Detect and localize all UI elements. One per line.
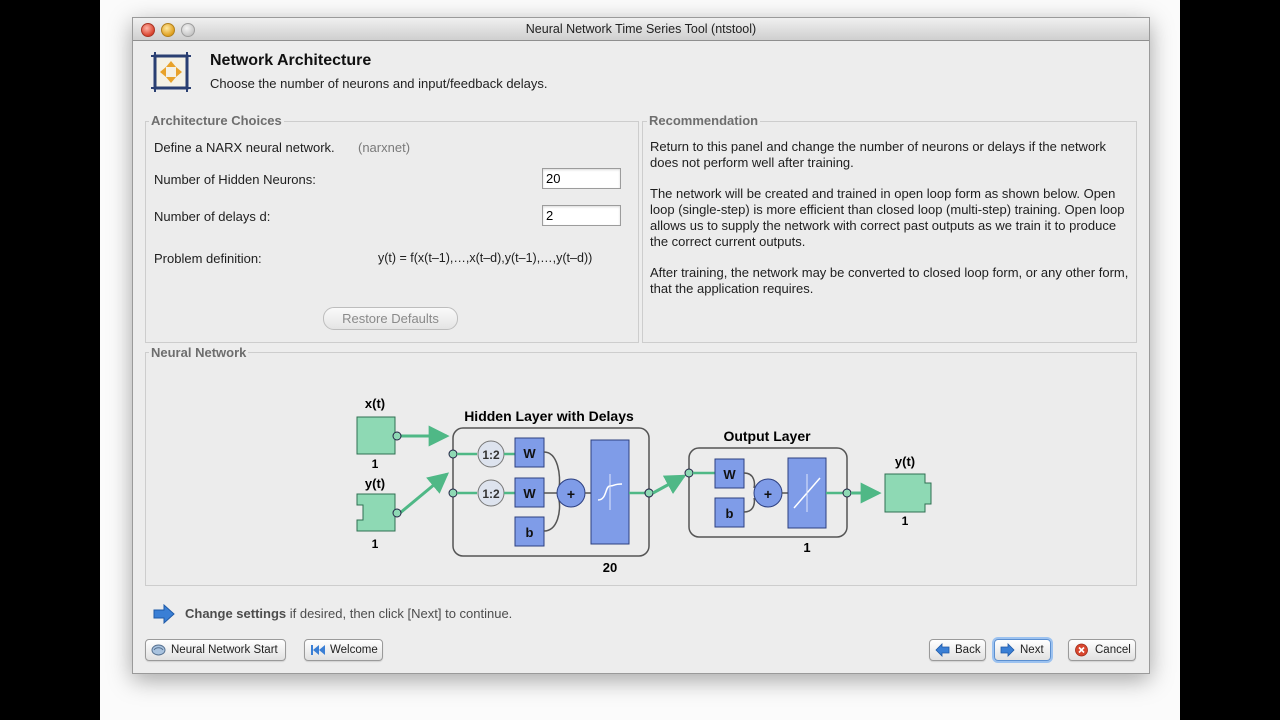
next-label: Next bbox=[1020, 644, 1044, 656]
cancel-icon bbox=[1075, 643, 1088, 657]
back-arrow-icon bbox=[935, 643, 950, 657]
cancel-label: Cancel bbox=[1095, 644, 1131, 656]
zoom-window-button[interactable] bbox=[181, 23, 195, 37]
delays-input[interactable] bbox=[542, 205, 621, 226]
weight-label: W bbox=[523, 446, 536, 461]
welcome-button[interactable]: Welcome bbox=[304, 639, 383, 661]
back-button[interactable]: Back bbox=[929, 639, 986, 661]
continue-hint: Change settings if desired, then click [… bbox=[185, 606, 512, 621]
hidden-to-output-connection bbox=[652, 474, 687, 495]
output-y-label: y(t) bbox=[895, 454, 915, 469]
delay-tap-label: 1:2 bbox=[482, 448, 500, 462]
narxnet-note: (narxnet) bbox=[358, 140, 411, 155]
input-x-block bbox=[356, 416, 396, 455]
hidden-size-label: 20 bbox=[603, 560, 617, 575]
welcome-label: Welcome bbox=[330, 644, 378, 656]
recommendation-paragraph: Return to this panel and change the numb… bbox=[650, 139, 1107, 170]
y-to-hidden-connection bbox=[399, 472, 450, 515]
next-button[interactable]: Next bbox=[994, 639, 1051, 661]
output-layer-title: Output Layer bbox=[723, 428, 811, 444]
input-y-size: 1 bbox=[372, 537, 379, 551]
hidden-neurons-input[interactable] bbox=[542, 168, 621, 189]
output-size-label: 1 bbox=[803, 540, 810, 555]
neural-network-start-button[interactable]: Neural Network Start bbox=[145, 639, 286, 661]
page-subtitle: Choose the number of neurons and input/f… bbox=[210, 76, 548, 91]
weight-label: W bbox=[523, 486, 536, 501]
recommendation-label: Recommendation bbox=[647, 113, 761, 128]
problem-formula: y(t) = f(x(t–1),…,x(t–d),y(t–1),…,y(t–d)… bbox=[378, 251, 593, 265]
app-window: Neural Network Time Series Tool (ntstool… bbox=[132, 17, 1150, 674]
output-weight-label: W bbox=[723, 467, 736, 482]
delays-label: Number of delays d: bbox=[154, 209, 271, 224]
recommendation-paragraph: After training, the network may be conve… bbox=[650, 265, 1129, 296]
output-summation-label: + bbox=[764, 486, 772, 502]
narx-define-text: Define a NARX neural network. bbox=[154, 140, 335, 155]
window-title: Neural Network Time Series Tool (ntstool… bbox=[525, 22, 757, 36]
neural-network-label: Neural Network bbox=[149, 345, 249, 360]
output-y-size: 1 bbox=[902, 514, 909, 528]
port-dot bbox=[392, 508, 402, 518]
recommendation-paragraph: The network will be created and trained … bbox=[650, 186, 1125, 249]
bias-label: b bbox=[526, 525, 534, 540]
port-dot bbox=[448, 488, 458, 498]
port-dot bbox=[842, 488, 852, 498]
recommendation-text: Return to this panel and change the numb… bbox=[650, 139, 1130, 312]
cancel-button[interactable]: Cancel bbox=[1068, 639, 1136, 661]
next-arrow-icon bbox=[1000, 643, 1015, 657]
first-page-icon bbox=[311, 645, 325, 655]
input-y-label: y(t) bbox=[365, 476, 385, 491]
port-dot bbox=[448, 449, 458, 459]
architecture-choices-label: Architecture Choices bbox=[149, 113, 284, 128]
restore-defaults-button[interactable]: Restore Defaults bbox=[323, 307, 458, 330]
minimize-window-button[interactable] bbox=[161, 23, 175, 37]
title-bar[interactable]: Neural Network Time Series Tool (ntstool… bbox=[133, 18, 1149, 41]
hidden-neurons-label: Number of Hidden Neurons: bbox=[154, 172, 316, 187]
output-y-block bbox=[884, 473, 932, 513]
port-dot bbox=[644, 488, 654, 498]
output-bias-label: b bbox=[726, 506, 734, 521]
hint-rest: if desired, then click [Next] to continu… bbox=[286, 606, 513, 621]
arrow-right-icon bbox=[153, 604, 175, 624]
input-x-label: x(t) bbox=[365, 396, 385, 411]
hidden-layer-title: Hidden Layer with Delays bbox=[464, 408, 634, 424]
back-label: Back bbox=[955, 644, 981, 656]
summation-label: + bbox=[567, 486, 575, 502]
input-y-block bbox=[356, 493, 396, 532]
port-dot bbox=[684, 468, 694, 478]
input-x-size: 1 bbox=[372, 457, 379, 471]
neural-network-start-icon bbox=[151, 644, 166, 656]
close-window-button[interactable] bbox=[141, 23, 155, 37]
problem-definition-label: Problem definition: bbox=[154, 251, 262, 266]
hint-bold: Change settings bbox=[185, 606, 287, 621]
port-dot bbox=[392, 431, 402, 441]
neural-network-start-label: Neural Network Start bbox=[171, 644, 278, 656]
delay-tap-label: 1:2 bbox=[482, 487, 500, 501]
narx-network-diagram: x(t) 1 y(t) 1 Hidden Layer with Delays 1… bbox=[356, 396, 932, 575]
page-title: Network Architecture bbox=[210, 52, 372, 69]
network-architecture-icon bbox=[151, 52, 191, 92]
